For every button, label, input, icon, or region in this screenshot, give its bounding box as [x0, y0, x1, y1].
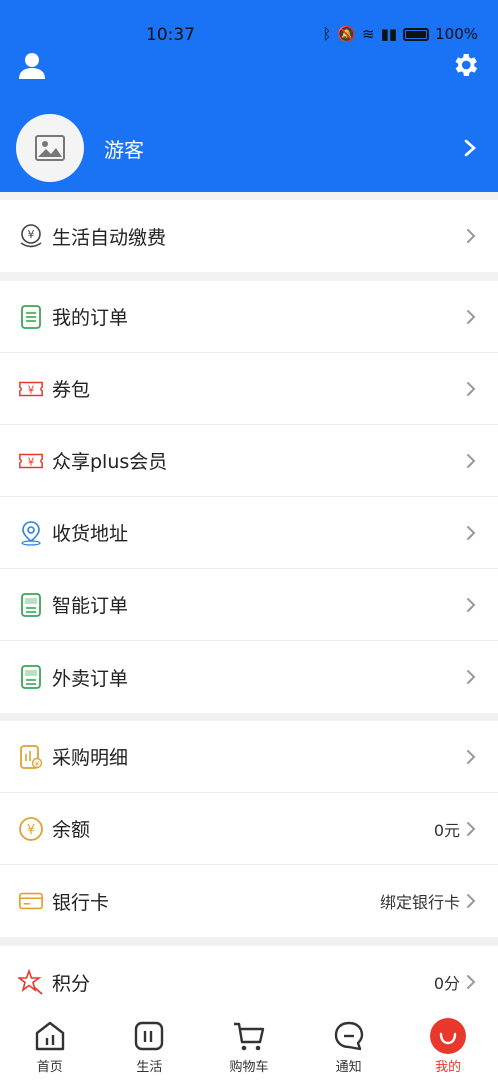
menu-label: 我的订单	[52, 307, 129, 329]
menu-item-coupons[interactable]: ¥ 券包	[0, 353, 498, 425]
nav-label: 通知	[335, 1060, 362, 1075]
username: 游客	[104, 137, 144, 162]
order-list-icon	[18, 304, 44, 330]
mine-icon	[430, 1018, 467, 1054]
chevron-right-icon	[467, 229, 476, 243]
menu-item-smart-orders[interactable]: 智能订单	[0, 569, 498, 641]
battery-icon	[403, 27, 430, 41]
menu-label: 余额	[52, 819, 91, 841]
menu-item-bank-card[interactable]: 银行卡 绑定银行卡	[0, 865, 498, 937]
location-pin-icon	[18, 520, 44, 546]
svg-text:¥: ¥	[28, 228, 35, 241]
nav-tab-life[interactable]: 生活	[100, 1010, 200, 1080]
chevron-right-icon	[467, 749, 476, 764]
chevron-right-icon	[467, 597, 476, 612]
svg-text:¥: ¥	[35, 760, 40, 768]
nav-tab-home[interactable]: 首页	[0, 1010, 100, 1080]
svg-text:¥: ¥	[27, 823, 35, 838]
signal-icon: ▮▮	[380, 25, 398, 43]
chevron-right-icon	[467, 894, 476, 908]
chevron-right-icon	[467, 975, 476, 989]
yuan-coin-icon: ¥	[18, 816, 44, 842]
bank-card-icon	[18, 888, 44, 914]
menu-item-purchase-details[interactable]: ¥ 采购明细	[0, 721, 498, 793]
chevron-right-icon	[467, 525, 476, 540]
purchase-detail-icon: ¥	[18, 744, 44, 770]
svg-text:¥: ¥	[28, 457, 35, 468]
avatar[interactable]	[16, 114, 84, 182]
nav-tab-mine[interactable]: 我的	[398, 1010, 498, 1080]
menu-label: 外卖订单	[52, 667, 129, 690]
menu-item-plus-member[interactable]: ¥ 众享plus会员	[0, 425, 498, 497]
mute-icon: 🔕	[337, 25, 357, 43]
nav-label: 首页	[36, 1060, 63, 1075]
menu-item-auto-pay[interactable]: ¥ 生活自动缴费	[0, 200, 498, 272]
menu-item-my-orders[interactable]: 我的订单	[0, 281, 498, 353]
balance-value: 0元	[433, 820, 460, 840]
profile-row[interactable]: 游客	[16, 114, 482, 182]
section-autopay: ¥ 生活自动缴费	[0, 200, 498, 272]
menu-label: 收货地址	[52, 523, 129, 545]
smart-order-icon	[18, 592, 44, 618]
chevron-right-icon	[464, 139, 476, 157]
menu-item-address[interactable]: 收货地址	[0, 497, 498, 569]
image-placeholder-icon	[35, 135, 65, 161]
points-value: 0分	[433, 974, 460, 993]
menu-label: 券包	[52, 379, 91, 401]
chevron-right-icon	[467, 670, 476, 684]
chevron-right-icon	[467, 453, 476, 468]
chat-bubble-icon	[334, 1021, 363, 1051]
wifi-icon: ≋	[362, 25, 375, 43]
bank-card-value: 绑定银行卡	[379, 893, 460, 912]
menu-label: 积分	[52, 972, 91, 995]
menu-label: 智能订单	[52, 595, 129, 617]
nav-tab-notify[interactable]: 通知	[299, 1010, 399, 1080]
nav-tab-cart[interactable]: 购物车	[199, 1010, 299, 1080]
nav-label: 我的	[435, 1060, 462, 1075]
gear-icon[interactable]	[450, 50, 480, 80]
battery-percent: 100%	[435, 25, 478, 43]
bottom-nav: 首页 生活 购物车 通知 我的	[0, 1010, 498, 1080]
menu-label: 采购明细	[52, 747, 129, 769]
svg-text:¥: ¥	[28, 385, 35, 396]
status-bar: 10:37 ᛒ 🔕 ≋ ▮▮ 100%	[0, 22, 498, 52]
nav-label: 生活	[136, 1060, 163, 1075]
section-points: 积分 0分	[0, 946, 498, 1010]
bluetooth-icon: ᛒ	[322, 25, 332, 43]
auto-pay-icon: ¥	[18, 223, 44, 249]
profile-header: 10:37 ᛒ 🔕 ≋ ▮▮ 100% 游客	[0, 0, 498, 192]
user-icon[interactable]	[16, 50, 48, 82]
menu-label: 银行卡	[52, 891, 110, 914]
chevron-right-icon	[467, 309, 476, 324]
status-time: 10:37	[146, 25, 195, 45]
menu-item-points[interactable]: 积分 0分	[0, 946, 498, 1010]
home-icon	[35, 1021, 64, 1051]
cart-icon	[233, 1022, 265, 1051]
nav-label: 购物车	[229, 1060, 269, 1075]
status-icons: ᛒ 🔕 ≋ ▮▮ 100%	[322, 25, 478, 43]
chevron-right-icon	[467, 381, 476, 396]
menu-item-balance[interactable]: ¥ 余额 0元	[0, 793, 498, 865]
life-icon	[135, 1021, 164, 1051]
section-finance: ¥ 采购明细 ¥ 余额 0元 银行卡 绑定银行卡	[0, 721, 498, 937]
section-orders: 我的订单 ¥ 券包 ¥ 众享plus会员 收货地址 智能订单 外卖订单	[0, 281, 498, 713]
menu-label: 众享plus会员	[52, 451, 168, 473]
chevron-right-icon	[467, 821, 476, 836]
menu-item-takeout-orders[interactable]: 外卖订单	[0, 641, 498, 713]
star-icon	[18, 969, 44, 995]
takeout-order-icon	[18, 664, 44, 690]
coupon-icon: ¥	[18, 376, 44, 402]
menu-label: 生活自动缴费	[52, 226, 167, 249]
coupon-icon: ¥	[18, 448, 44, 474]
